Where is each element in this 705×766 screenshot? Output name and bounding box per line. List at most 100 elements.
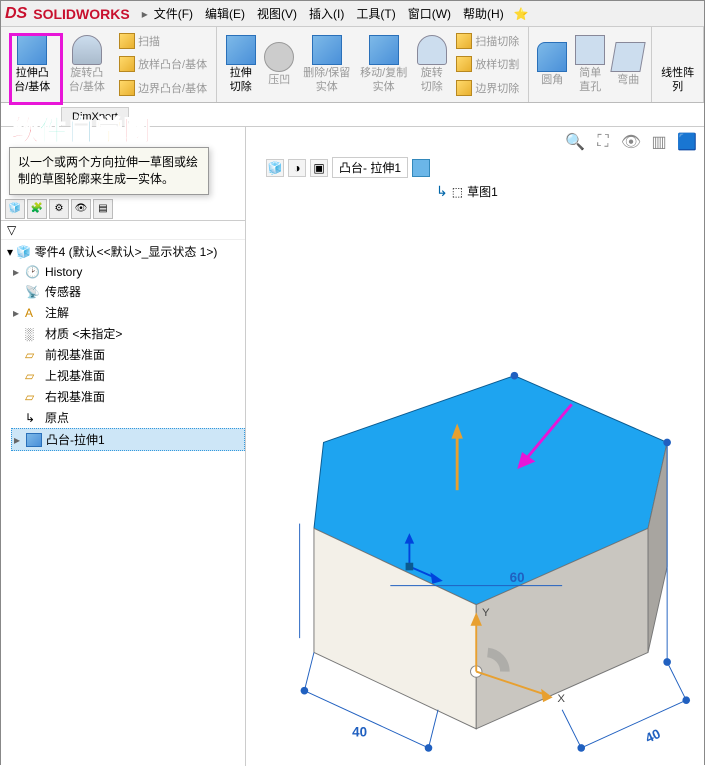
hole-icon xyxy=(264,42,294,72)
loft-cut-icon xyxy=(456,56,472,72)
menu-view[interactable]: 视图(V) xyxy=(251,5,303,22)
cut-extrude-label: 拉伸切除 xyxy=(225,67,256,93)
bc-feature-icon[interactable]: ▣ xyxy=(310,159,328,177)
linear-pattern-icon xyxy=(663,35,693,65)
dim-40b[interactable]: 40 xyxy=(643,726,663,746)
revolve-icon xyxy=(72,35,102,65)
menubar: DS SOLIDWORKS ▸ 文件(F) 编辑(E) 视图(V) 插入(I) … xyxy=(1,1,704,27)
tree-annotations[interactable]: ▸A注解 xyxy=(11,302,245,323)
simple-hole-button[interactable]: 简单直孔 xyxy=(571,33,609,95)
extrude-tooltip: 以一个或两个方向拉伸一草图或绘制的草图轮廓来生成一实体。 xyxy=(9,147,209,195)
cut-extrude-icon xyxy=(226,35,256,65)
tree-root[interactable]: ▾ 🧊 零件4 (默认<<默认>_显示状态 1>) xyxy=(1,240,245,263)
material-icon: ░ xyxy=(25,327,41,341)
plane-icon: ▱ xyxy=(25,369,41,383)
extrude-icon xyxy=(17,35,47,65)
tree-right-plane[interactable]: ▱右视基准面 xyxy=(11,386,245,407)
menu-edit[interactable]: 编辑(E) xyxy=(199,5,251,22)
bc-feature-name[interactable]: 凸台- 拉伸1 xyxy=(332,157,408,178)
bc-part-icon[interactable]: 🧊 xyxy=(266,159,284,177)
menu-file[interactable]: 文件(F) xyxy=(148,5,199,22)
tree-history[interactable]: ▸🕑History xyxy=(11,263,245,281)
tree-top-plane[interactable]: ▱上视基准面 xyxy=(11,365,245,386)
bend-button[interactable]: 弯曲 xyxy=(609,40,647,89)
extrude-label: 拉伸凸台/基体 xyxy=(9,67,56,93)
boundary-cut-button[interactable]: 边界切除 xyxy=(453,79,522,97)
side-tab-config[interactable]: ⚙ xyxy=(49,199,69,219)
sensor-icon: 📡 xyxy=(25,285,41,299)
dim-40a[interactable]: 40 xyxy=(352,724,367,739)
sweep-button[interactable]: 扫描 xyxy=(116,32,210,50)
tree-origin[interactable]: ↳原点 xyxy=(11,407,245,428)
delete-keep-button[interactable]: 删除/保留实体 xyxy=(298,33,355,95)
move-origin[interactable] xyxy=(406,563,414,571)
rotate-cut-button[interactable]: 旋转切除 xyxy=(412,33,451,95)
cut-extrude-button[interactable]: 拉伸切除 xyxy=(221,33,260,95)
side-tab-display[interactable]: 👁 xyxy=(71,199,91,219)
logo-ds-icon: DS xyxy=(5,5,27,23)
loft-icon xyxy=(119,56,135,72)
side-tab-extra[interactable]: ▤ xyxy=(93,199,113,219)
bc-sketch-name[interactable]: 草图1 xyxy=(467,183,498,200)
graphics-area[interactable]: 🔍 ⛶ 👁 ▥ 🟦 🧊 ◑ ▣ 凸台- 拉伸1 ↳ ⬚ 草图1 xyxy=(246,127,704,766)
menu-tools[interactable]: 工具(T) xyxy=(350,5,401,22)
zoom-fit-icon[interactable]: 🔍 xyxy=(564,131,586,153)
bc-rollback-icon[interactable] xyxy=(412,159,430,177)
sweep-cut-icon xyxy=(456,33,472,49)
history-icon: 🕑 xyxy=(25,265,41,279)
main-area: 🧊 🧩 ⚙ 👁 ▤ ▽ ▾ 🧊 零件4 (默认<<默认>_显示状态 1>) ▸🕑… xyxy=(1,127,704,766)
annotation-icon: A xyxy=(25,306,41,320)
tree-sensors[interactable]: 📡传感器 xyxy=(11,281,245,302)
sweep-icon xyxy=(119,33,135,49)
breadcrumb-sub: ↳ ⬚ 草图1 xyxy=(436,183,498,200)
ribbon: 拉伸凸台/基体 旋转凸台/基体 扫描 放样凸台/基体 边界凸台/基体 拉伸切除 … xyxy=(1,27,704,103)
side-tab-feature[interactable]: 🧊 xyxy=(5,199,25,219)
side-tab-property[interactable]: 🧩 xyxy=(27,199,47,219)
bc-arrow-icon: ↳ xyxy=(436,183,448,200)
menu-insert[interactable]: 插入(I) xyxy=(303,5,350,22)
plane-icon: ▱ xyxy=(25,390,41,404)
linear-pattern-button[interactable]: 线性阵列 xyxy=(656,33,699,95)
prev-view-icon[interactable]: 👁 xyxy=(620,131,642,153)
bend-icon xyxy=(611,42,646,72)
fillet-button[interactable]: 圆角 xyxy=(533,40,571,89)
menu-overflow[interactable]: ⭐ xyxy=(514,7,529,21)
triad-y-label: Y xyxy=(482,607,490,619)
tab-dimxpert[interactable]: DimXpert xyxy=(61,107,129,126)
menu-window[interactable]: 窗口(W) xyxy=(402,5,457,22)
delete-keep-icon xyxy=(312,35,342,65)
rotate-cut-icon xyxy=(417,35,447,65)
triad-x-label: X xyxy=(557,693,565,705)
revolve-label: 旋转凸台/基体 xyxy=(64,67,111,93)
loft-cut-button[interactable]: 放样切割 xyxy=(453,55,522,73)
revolve-boss-button[interactable]: 旋转凸台/基体 xyxy=(60,33,115,95)
fillet-icon xyxy=(537,42,567,72)
plane-icon: ▱ xyxy=(25,348,41,362)
extrude-boss-button[interactable]: 拉伸凸台/基体 xyxy=(5,33,60,95)
vertex-top[interactable] xyxy=(511,372,519,380)
dim-60[interactable]: 60 xyxy=(510,570,525,585)
section-view-icon[interactable]: ▥ xyxy=(648,131,670,153)
simple-hole-icon xyxy=(575,35,605,65)
bc-revolve-icon[interactable]: ◑ xyxy=(288,159,306,177)
move-copy-button[interactable]: 移动/复制实体 xyxy=(355,33,412,95)
tree-feature-extrude[interactable]: ▸凸台-拉伸1 xyxy=(11,428,245,451)
display-style-icon[interactable]: 🟦 xyxy=(676,131,698,153)
boundary-button[interactable]: 边界凸台/基体 xyxy=(116,79,210,97)
filter-row[interactable]: ▽ xyxy=(1,221,245,240)
zoom-area-icon[interactable]: ⛶ xyxy=(592,131,614,153)
move-copy-icon xyxy=(369,35,399,65)
command-tabs: DimXpert xyxy=(1,103,704,127)
hole-button[interactable]: 压凹 xyxy=(260,40,298,89)
tree-front-plane[interactable]: ▱前视基准面 xyxy=(11,344,245,365)
bc-sketch-icon[interactable]: ⬚ xyxy=(452,185,463,199)
filter-icon: ▽ xyxy=(7,223,16,237)
dim-40b-line[interactable] xyxy=(581,700,686,748)
sweep-cut-button[interactable]: 扫描切除 xyxy=(453,32,522,50)
tree-material[interactable]: ░材质 <未指定> xyxy=(11,323,245,344)
model-view[interactable]: X Y 60 40 xyxy=(256,347,704,766)
menu-help[interactable]: 帮助(H) xyxy=(457,5,510,22)
loft-button[interactable]: 放样凸台/基体 xyxy=(116,55,210,73)
boundary-icon xyxy=(119,80,135,96)
view-toolbar: 🔍 ⛶ 👁 ▥ 🟦 xyxy=(564,131,698,153)
